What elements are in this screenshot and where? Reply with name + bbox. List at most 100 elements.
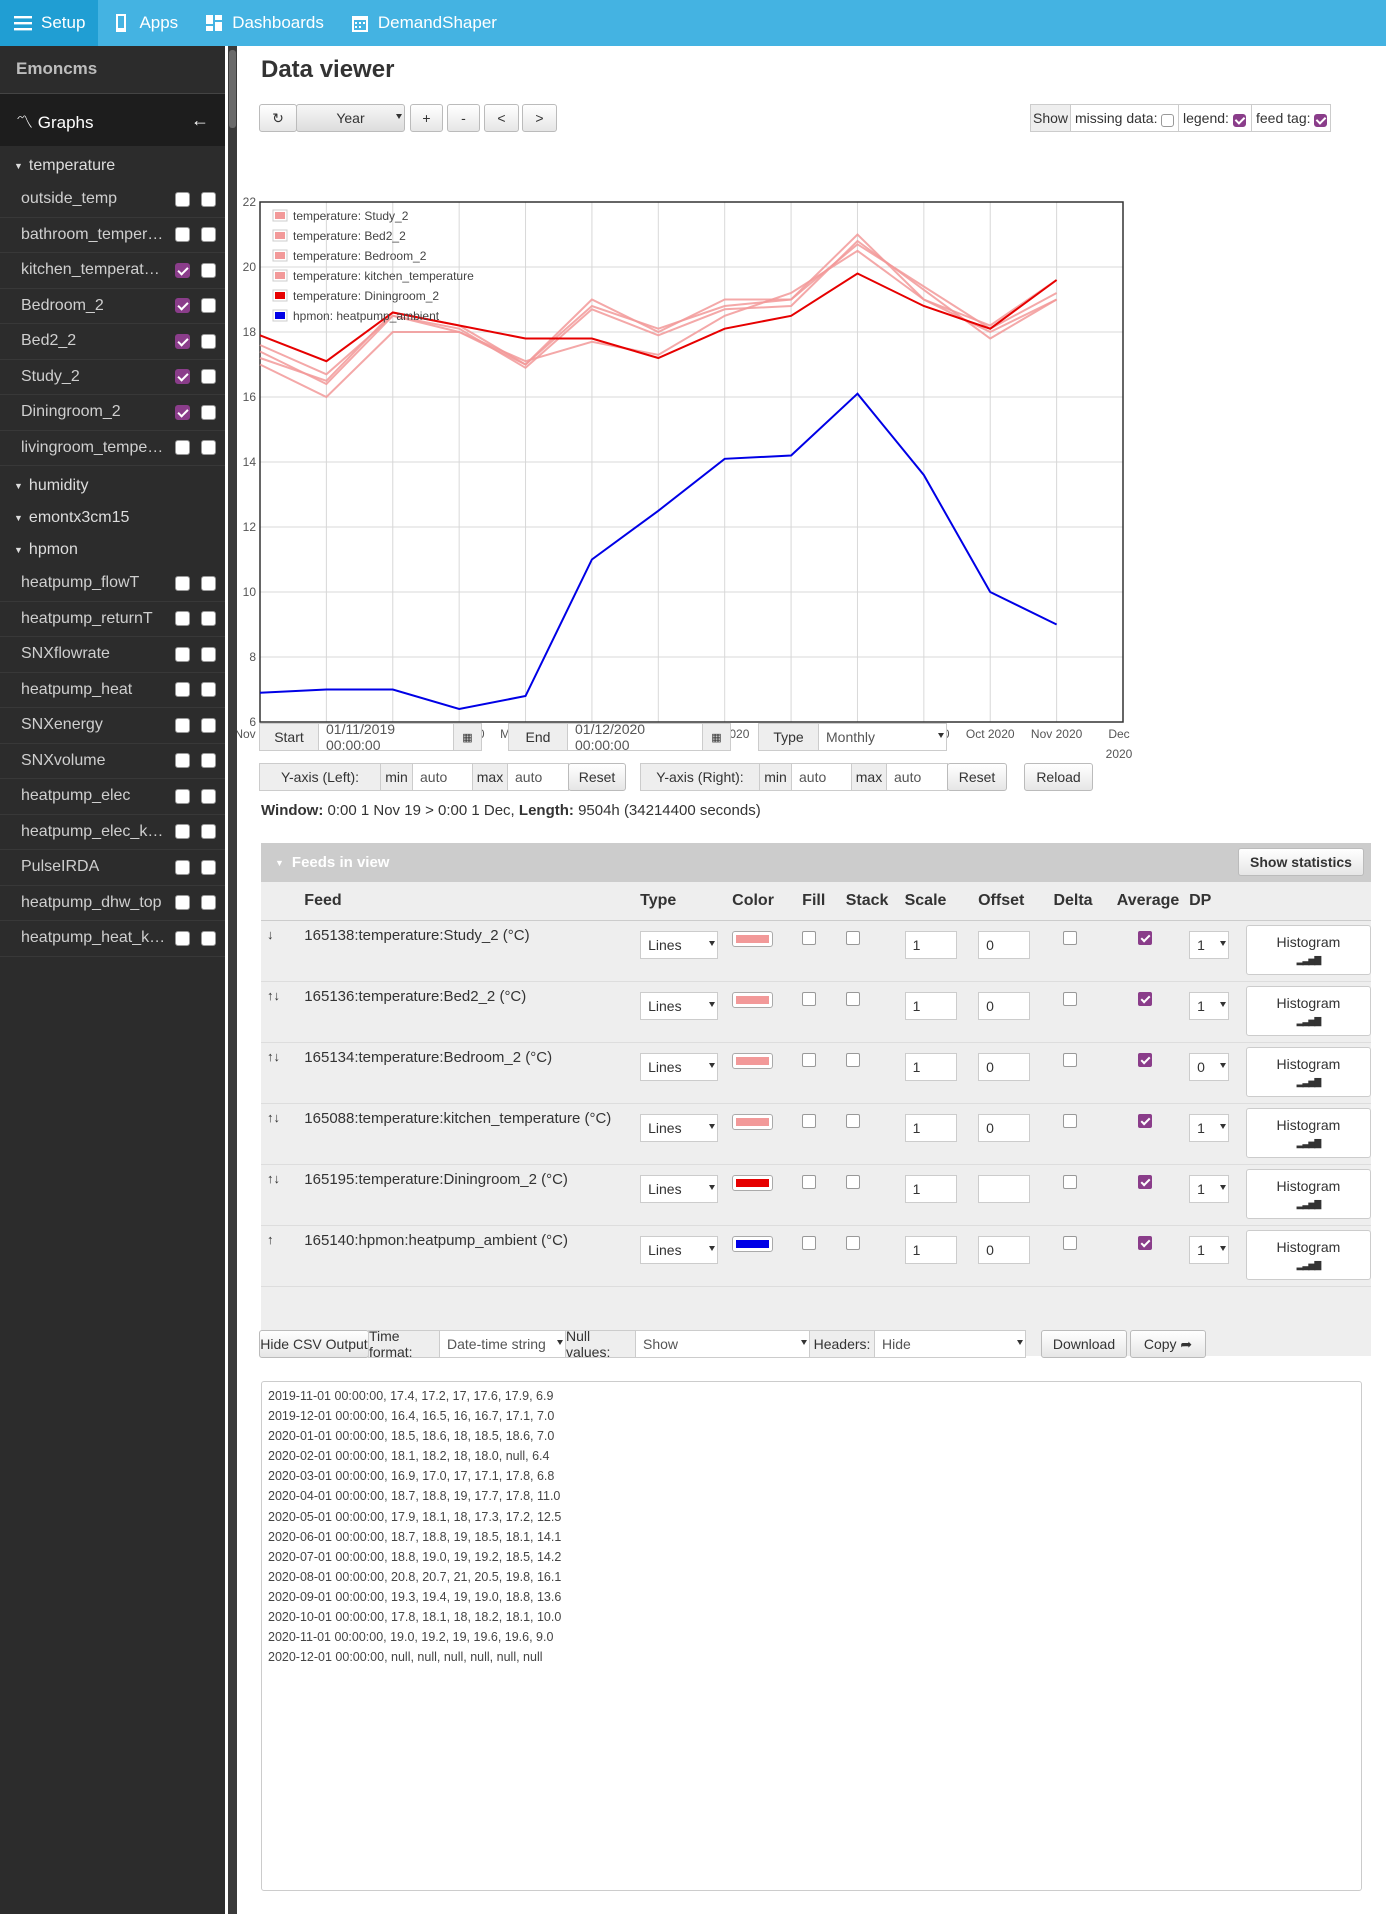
sidebar-feed-SNXenergy[interactable]: SNXenergy [0,708,225,744]
delta-checkbox[interactable] [1063,1113,1078,1128]
sidebar-feed-heatpump_elec[interactable]: heatpump_elec [0,779,225,815]
scale-input[interactable]: 1 [904,991,957,1020]
left-axis-checkbox[interactable] [175,404,190,420]
sidebar-feed-heatpump_dhw_top[interactable]: heatpump_dhw_top [0,886,225,921]
nav-apps[interactable]: Apps [98,0,191,46]
left-axis-checkbox[interactable] [175,440,190,456]
offset-input[interactable]: 0 [978,1113,1031,1142]
color-swatch[interactable] [732,991,774,1008]
stack-checkbox[interactable] [845,1235,860,1250]
stack-checkbox[interactable] [845,1052,860,1067]
average-checkbox[interactable] [1137,991,1152,1006]
left-axis-checkbox[interactable] [175,646,190,662]
missing-data-checkbox[interactable] [1161,113,1175,127]
right-axis-checkbox[interactable] [201,191,216,207]
histogram-button[interactable]: Histogram ▂▃▅▇ [1245,924,1371,975]
refresh-button[interactable]: ↻ [259,104,297,132]
right-axis-checkbox[interactable] [201,575,216,591]
feed-tag-toggle[interactable]: feed tag: [1251,104,1331,132]
sidebar-feed-Bedroom_2[interactable]: Bedroom_2 [0,289,225,324]
offset-input[interactable]: 0 [978,1052,1031,1081]
fill-checkbox[interactable] [802,1174,817,1189]
line-chart[interactable]: 6810121416182022Nov 2019Dec 2019Jan 2020… [237,146,1386,766]
left-axis-checkbox[interactable] [175,227,190,243]
type-select[interactable]: Lines [640,1113,719,1142]
sidebar-feed-SNXflowrate[interactable]: SNXflowrate [0,637,225,673]
type-select[interactable]: Lines [640,930,719,959]
y-left-max-input[interactable]: auto [507,763,569,791]
left-axis-checkbox[interactable] [175,191,190,207]
show-statistics-button[interactable]: Show statistics [1238,848,1364,876]
right-axis-checkbox[interactable] [201,682,216,698]
time-format-select[interactable]: Date-time string [439,1330,566,1358]
csv-output-textarea[interactable]: 2019-11-01 00:00:00, 17.4, 17.2, 17, 17.… [261,1381,1362,1891]
histogram-button[interactable]: Histogram ▂▃▅▇ [1245,1046,1371,1097]
delta-checkbox[interactable] [1063,991,1078,1006]
sidebar-feed-heatpump_heat_kwh[interactable]: heatpump_heat_kwh [0,921,225,957]
start-input[interactable]: 01/11/2019 00:00:00 [318,721,454,753]
nav-demandshaper[interactable]: DemandShaper [337,0,510,46]
type-select[interactable]: Monthly [818,723,947,751]
arrow-icon[interactable]: ↑ [267,1232,274,1247]
left-axis-checkbox[interactable] [175,753,190,769]
sidebar-group-emontx3cm15[interactable]: ▼ emontx3cm15 [0,502,225,534]
fill-checkbox[interactable] [802,991,817,1006]
sidebar-scrollbar-thumb[interactable] [229,50,236,128]
sidebar-group-temperature[interactable]: ▼ temperature [0,150,225,182]
type-select[interactable]: Lines [640,991,719,1020]
arrow-icon[interactable]: ↑↓ [267,1049,280,1064]
missing-data-toggle[interactable]: missing data: [1070,104,1179,132]
right-axis-checkbox[interactable] [201,646,216,662]
nav-setup[interactable]: Setup [0,0,99,46]
arrow-icon[interactable]: ↑↓ [267,1171,280,1186]
offset-input[interactable] [978,1174,1031,1203]
delta-checkbox[interactable] [1063,1052,1078,1067]
hide-csv-button[interactable]: Hide CSV Output [259,1330,369,1358]
left-axis-checkbox[interactable] [175,262,190,278]
sidebar-feed-bathroom_temperature[interactable]: bathroom_temperature [0,218,225,253]
left-axis-checkbox[interactable] [175,611,190,627]
reorder-arrows[interactable]: ↑↓ [261,1042,305,1104]
reorder-arrows[interactable]: ↑↓ [261,1103,305,1165]
dp-select[interactable]: 1 [1189,1113,1230,1142]
sidebar-feed-Bed2_2[interactable]: Bed2_2 [0,324,225,360]
left-axis-checkbox[interactable] [175,859,190,875]
color-swatch[interactable] [732,1174,774,1191]
sidebar-feed-heatpump_heat[interactable]: heatpump_heat [0,673,225,708]
color-swatch[interactable] [732,1052,774,1069]
nav-dashboards[interactable]: Dashboards [191,0,337,46]
right-axis-checkbox[interactable] [201,440,216,456]
right-axis-checkbox[interactable] [201,824,216,840]
left-axis-checkbox[interactable] [175,788,190,804]
left-axis-checkbox[interactable] [175,369,190,385]
sidebar-feed-Study_2[interactable]: Study_2 [0,360,225,395]
left-axis-checkbox[interactable] [175,333,190,349]
sidebar-feed-kitchen_temperature[interactable]: kitchen_temperature [0,253,225,289]
collapse-sidebar-icon[interactable]: ← [191,110,209,131]
end-input[interactable]: 01/12/2020 00:00:00 [567,721,703,753]
copy-button[interactable]: Copy ➦ [1130,1330,1206,1358]
arrow-icon[interactable]: ↓ [267,927,274,942]
sidebar-group-humidity[interactable]: ▼ humidity [0,470,225,502]
reload-button[interactable]: Reload [1024,763,1093,791]
sidebar-feed-PulseIRDA[interactable]: PulseIRDA [0,850,225,886]
scale-input[interactable]: 1 [904,1113,957,1142]
histogram-button[interactable]: Histogram ▂▃▅▇ [1245,1107,1371,1158]
scale-input[interactable]: 1 [904,1174,957,1203]
fill-checkbox[interactable] [802,1235,817,1250]
type-select[interactable]: Lines [640,1235,719,1264]
dp-select[interactable]: 1 [1189,930,1230,959]
legend-checkbox[interactable] [1232,113,1246,127]
zoom-out-button[interactable]: - [447,104,480,132]
sidebar-feed-heatpump_flowT[interactable]: heatpump_flowT [0,566,225,602]
stack-checkbox[interactable] [845,1113,860,1128]
right-axis-checkbox[interactable] [201,788,216,804]
average-checkbox[interactable] [1137,930,1152,945]
left-axis-checkbox[interactable] [175,895,190,911]
scale-input[interactable]: 1 [904,1235,957,1264]
dp-select[interactable]: 1 [1189,991,1230,1020]
stack-checkbox[interactable] [845,991,860,1006]
histogram-button[interactable]: Histogram ▂▃▅▇ [1245,1229,1371,1280]
dp-select[interactable]: 0 [1189,1052,1230,1081]
left-axis-checkbox[interactable] [175,682,190,698]
